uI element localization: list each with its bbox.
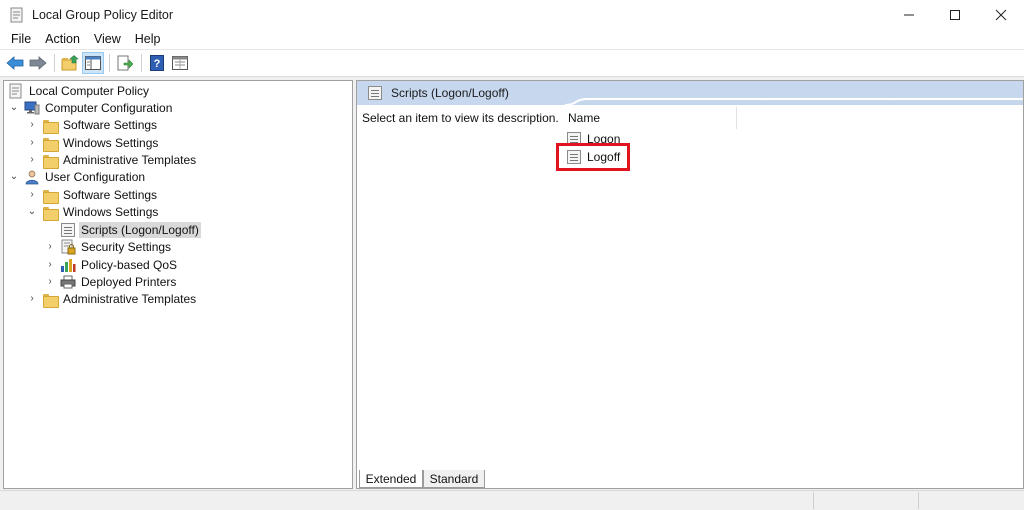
security-settings-icon — [60, 239, 76, 255]
chevron-right-icon[interactable]: › — [26, 189, 38, 201]
console-tree-pane[interactable]: Local Computer Policy ⌄ Computer Configu… — [3, 80, 353, 489]
back-arrow-icon — [6, 56, 24, 70]
view-tabs: Extended Standard — [357, 470, 1023, 488]
tree-item-label: Deployed Printers — [81, 274, 177, 289]
toolbar-separator — [54, 54, 55, 72]
chevron-right-icon[interactable]: › — [26, 293, 38, 305]
chevron-right-icon[interactable]: › — [26, 137, 38, 149]
tree-item-cc-software-settings[interactable]: › Software Settings — [26, 116, 159, 134]
highlight-annotation-box — [556, 143, 630, 171]
details-header-title: Scripts (Logon/Logoff) — [391, 86, 509, 100]
tree-item-label: Software Settings — [63, 117, 158, 132]
tree-item-label: Software Settings — [63, 187, 158, 202]
tree-item-uc-windows-settings[interactable]: ⌄ Windows Settings — [26, 203, 160, 221]
up-one-level-button[interactable] — [59, 52, 81, 74]
tree-item-scripts-logon-logoff[interactable]: Scripts (Logon/Logoff) — [44, 221, 201, 238]
details-header: Scripts (Logon/Logoff) — [357, 81, 557, 105]
bar-chart-icon — [60, 257, 76, 273]
tree-item-label: User Configuration — [45, 169, 146, 184]
tree-item-uc-administrative-templates[interactable]: › Administrative Templates — [26, 290, 198, 308]
tree-item-security-settings[interactable]: › Security Settings — [44, 238, 173, 255]
tab-extended[interactable]: Extended — [359, 470, 423, 488]
tree-item-label: Administrative Templates — [63, 291, 197, 306]
back-button[interactable] — [4, 52, 26, 74]
script-icon — [60, 222, 76, 238]
tree-item-deployed-printers[interactable]: › Deployed Printers — [44, 273, 178, 290]
tree-item-computer-configuration[interactable]: ⌄ Computer Configuration — [8, 99, 174, 116]
forward-button[interactable] — [27, 52, 49, 74]
chevron-down-icon[interactable]: ⌄ — [8, 102, 20, 114]
maximize-icon — [950, 9, 960, 20]
export-list-button[interactable] — [114, 52, 136, 74]
printer-icon — [60, 274, 76, 290]
script-icon — [367, 85, 383, 101]
show-hide-console-tree-icon — [85, 56, 101, 70]
tree-item-user-configuration[interactable]: ⌄ User Configuration — [8, 168, 147, 185]
minimize-icon — [904, 14, 914, 15]
folder-icon — [42, 117, 59, 134]
help-button[interactable]: ? — [146, 52, 168, 74]
tree-item-cc-windows-settings[interactable]: › Windows Settings — [26, 134, 160, 152]
tree-item-label: Computer Configuration — [45, 100, 173, 115]
tree-item-local-computer-policy[interactable]: Local Computer Policy — [8, 82, 151, 99]
status-cell-divider — [813, 492, 814, 509]
svg-text:?: ? — [154, 58, 161, 70]
tab-standard[interactable]: Standard — [423, 470, 485, 488]
details-pane[interactable]: Scripts (Logon/Logoff) Select an item to… — [356, 80, 1024, 489]
properties-icon — [172, 56, 188, 70]
tree-item-uc-software-settings[interactable]: › Software Settings — [26, 186, 159, 204]
toolbar-separator — [109, 54, 110, 72]
menu-help[interactable]: Help — [128, 32, 168, 46]
chevron-right-icon[interactable]: › — [26, 154, 38, 166]
chevron-right-icon[interactable]: › — [44, 241, 56, 253]
close-icon — [995, 9, 1007, 20]
tree-item-label: Policy-based QoS — [81, 257, 178, 272]
tree-item-label: Windows Settings — [63, 204, 159, 219]
folder-icon — [42, 291, 59, 308]
status-bar — [0, 490, 1024, 510]
tree-item-label: Security Settings — [81, 239, 172, 254]
tree-item-label: Local Computer Policy — [29, 83, 150, 98]
show-hide-console-tree-button[interactable] — [82, 52, 104, 74]
menu-action[interactable]: Action — [38, 32, 87, 46]
up-folder-icon — [61, 55, 79, 71]
folder-icon — [42, 187, 59, 204]
minimize-button[interactable] — [886, 0, 932, 29]
user-icon — [24, 169, 40, 185]
export-list-icon — [117, 55, 133, 71]
chevron-down-icon[interactable]: ⌄ — [26, 206, 38, 218]
tree-item-label: Administrative Templates — [63, 152, 197, 167]
close-button[interactable] — [978, 0, 1024, 29]
group-policy-app-icon — [9, 7, 25, 23]
tree-item-policy-based-qos[interactable]: › Policy-based QoS — [44, 256, 179, 273]
chevron-right-icon[interactable]: › — [44, 259, 56, 271]
folder-icon — [42, 152, 59, 169]
forward-arrow-icon — [29, 56, 47, 70]
column-header-name[interactable]: Name — [561, 107, 737, 129]
properties-button[interactable] — [169, 52, 191, 74]
status-cell-divider — [918, 492, 919, 509]
maximize-button[interactable] — [932, 0, 978, 29]
tree-item-cc-administrative-templates[interactable]: › Administrative Templates — [26, 151, 198, 169]
chevron-right-icon[interactable]: › — [44, 276, 56, 288]
tree-item-label: Windows Settings — [63, 135, 159, 150]
window-title: Local Group Policy Editor — [32, 7, 174, 22]
chevron-right-icon[interactable]: › — [26, 119, 38, 131]
help-icon: ? — [150, 55, 164, 71]
policy-document-icon — [8, 83, 24, 99]
details-header-curve — [557, 81, 1023, 105]
tree-item-label: Scripts (Logon/Logoff) — [79, 221, 201, 238]
chevron-down-icon[interactable]: ⌄ — [8, 171, 20, 183]
computer-icon — [24, 100, 40, 116]
toolbar: ? — [0, 50, 1024, 77]
menu-view[interactable]: View — [87, 32, 128, 46]
menu-bar: File Action View Help — [0, 29, 1024, 50]
description-text: Select an item to view its description. — [362, 111, 559, 125]
folder-icon — [42, 204, 59, 221]
title-bar: Local Group Policy Editor — [0, 0, 1024, 29]
toolbar-separator — [141, 54, 142, 72]
menu-file[interactable]: File — [4, 32, 38, 46]
folder-icon — [42, 135, 59, 152]
